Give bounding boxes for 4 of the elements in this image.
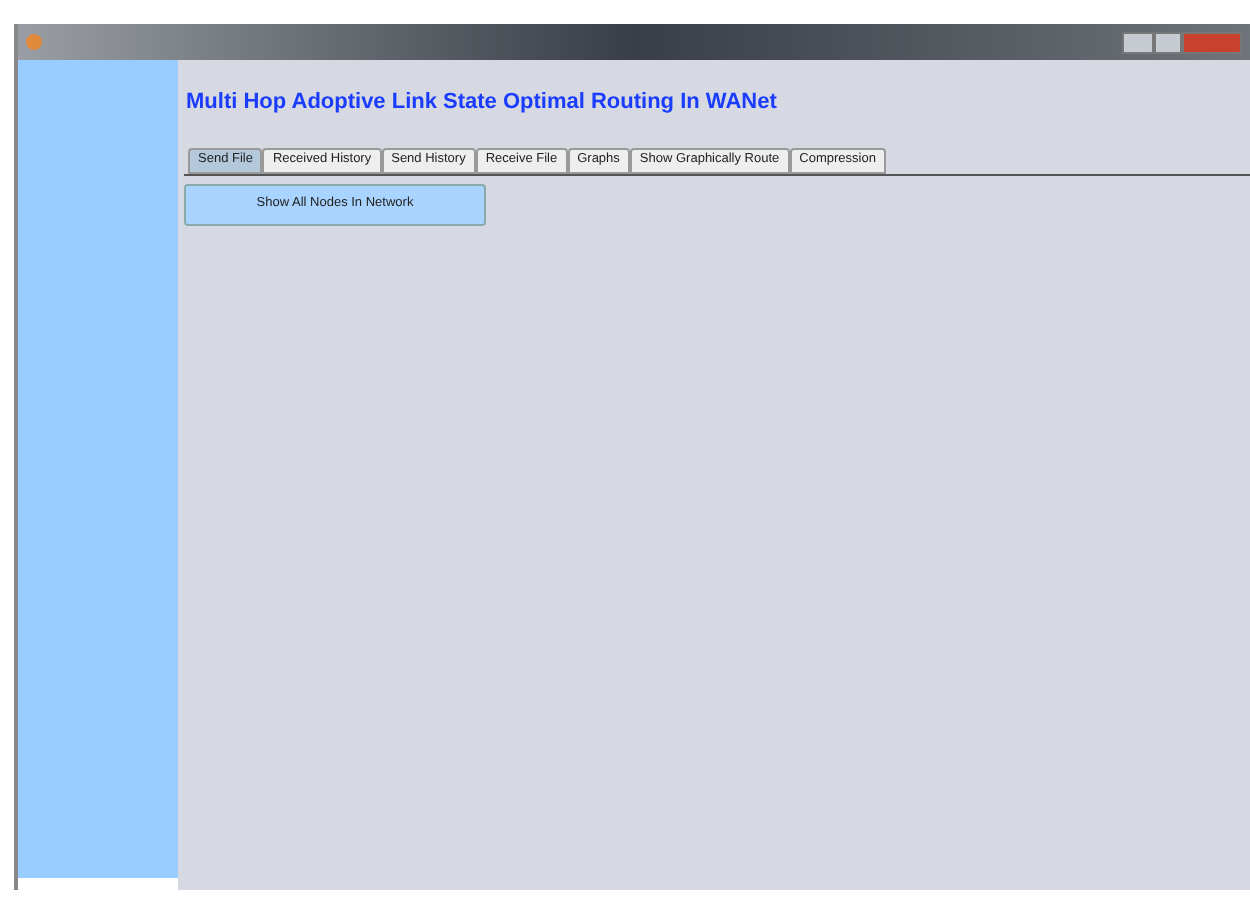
app-icon [26, 34, 42, 50]
app-heading: Multi Hop Adoptive Link State Optimal Routing In WANet [186, 88, 779, 118]
minimize-icon[interactable] [1122, 31, 1154, 53]
maximize-icon[interactable] [1154, 31, 1182, 53]
